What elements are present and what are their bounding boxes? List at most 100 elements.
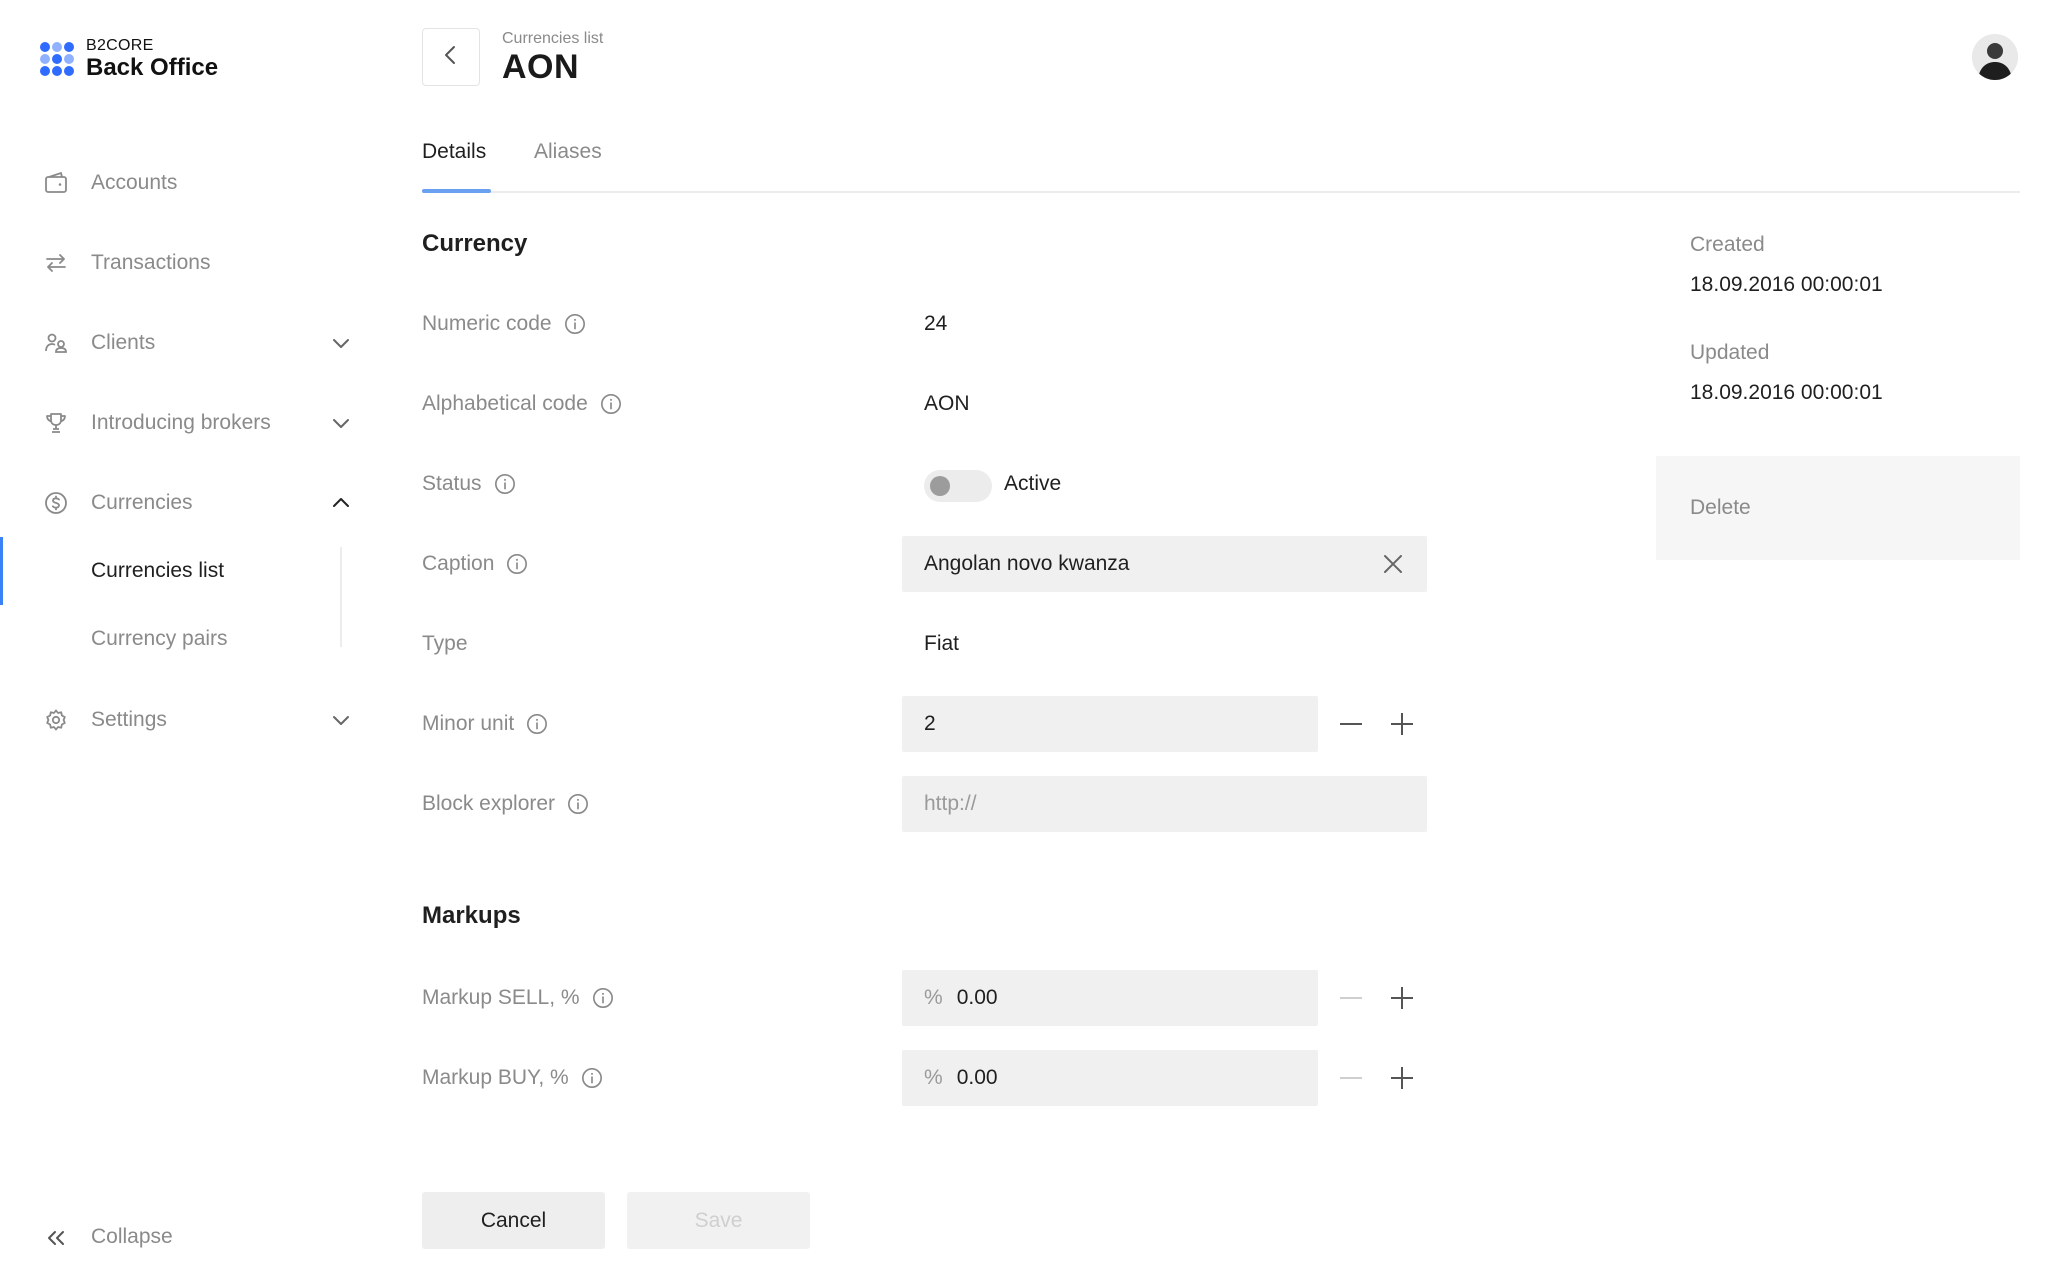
type-value: Fiat [924,632,960,655]
cancel-button[interactable]: Cancel [422,1192,605,1249]
dollar-circle-icon [43,490,69,516]
minor-unit-label: Minor unit [422,707,548,741]
minus-icon [1340,1077,1362,1079]
status-toggle-label: Active [1004,472,1062,495]
breadcrumb[interactable]: Currencies list [502,30,603,48]
arrows-exchange-icon [43,250,69,276]
markup-sell-label: Markup SELL, % [422,981,614,1015]
markup-sell-field[interactable]: % 0.00 [902,970,1318,1026]
caption-field[interactable]: Angolan novo kwanza [902,536,1427,592]
sidebar-item-label: Currencies [91,491,193,514]
tab-aliases[interactable]: Aliases [534,140,602,164]
caption-label: Caption [422,547,528,581]
type-label: Type [422,632,468,655]
numeric-code-value: 24 [924,312,948,335]
percent-prefix: % [924,986,943,1009]
sidebar-item-transactions[interactable]: Transactions [0,243,380,283]
caption-value: Angolan novo kwanza [924,552,1130,575]
section-title-currency: Currency [422,230,528,257]
minor-unit-decrement-button[interactable] [1336,709,1366,739]
minor-unit-field[interactable]: 2 [902,696,1318,752]
sidebar-item-label: Transactions [91,251,211,274]
created-label: Created [1690,233,1765,256]
brand-small-text: B2CORE [86,37,154,54]
section-title-markups: Markups [422,902,521,929]
info-icon[interactable] [600,393,622,415]
sidebar: B2CORE Back Office Accounts Transactions… [0,0,380,1280]
double-chevron-left-icon [43,1225,69,1251]
active-tab-underline [422,189,491,193]
plus-icon [1391,1067,1413,1089]
users-icon [43,330,69,356]
sidebar-item-currency-pairs[interactable]: Currency pairs [0,614,380,664]
tab-details[interactable]: Details [422,140,486,164]
avatar[interactable] [1972,34,2018,80]
block-explorer-label: Block explorer [422,787,589,821]
markup-sell-value: 0.00 [956,986,998,1009]
sidebar-subitem-label: Currencies list [91,559,225,582]
delete-label: Delete [1690,496,1751,519]
tabs-divider [422,191,2020,193]
markup-buy-label: Markup BUY, % [422,1061,603,1095]
markup-sell-increment-button[interactable] [1387,983,1417,1013]
minor-unit-increment-button[interactable] [1387,709,1417,739]
gear-icon [43,707,69,733]
plus-icon [1391,713,1413,735]
save-button[interactable]: Save [627,1192,810,1249]
created-value: 18.09.2016 00:00:01 [1690,273,1883,296]
chevron-left-icon [439,43,463,72]
chevron-down-icon[interactable] [328,330,354,356]
info-icon[interactable] [494,473,516,495]
info-icon[interactable] [526,713,548,735]
info-icon[interactable] [564,313,586,335]
status-label: Status [422,467,516,501]
close-icon[interactable] [1381,552,1405,576]
toggle-knob [930,476,950,496]
minus-icon [1340,723,1362,725]
block-explorer-placeholder: http:// [924,792,977,815]
sidebar-item-introducing-brokers[interactable]: Introducing brokers [0,403,380,443]
plus-icon [1391,987,1413,1009]
sidebar-item-settings[interactable]: Settings [0,700,380,740]
minus-icon [1340,997,1362,999]
sidebar-item-currencies[interactable]: Currencies [0,483,380,523]
info-icon[interactable] [567,793,589,815]
markup-buy-increment-button[interactable] [1387,1063,1417,1093]
sidebar-item-currencies-list[interactable]: Currencies list [0,546,380,596]
alphabetical-code-value: AON [924,392,970,415]
brand-logo[interactable]: B2CORE Back Office [40,38,218,80]
minor-unit-value: 2 [924,712,936,735]
delete-button[interactable]: Delete [1656,456,2020,560]
sidebar-subitem-label: Currency pairs [91,627,228,650]
info-icon[interactable] [592,987,614,1009]
chevron-up-icon[interactable] [328,490,354,516]
collapse-sidebar-button[interactable]: Collapse [0,1220,380,1256]
updated-value: 18.09.2016 00:00:01 [1690,381,1883,404]
sidebar-item-label: Settings [91,708,167,731]
page-title: AON [502,48,580,86]
status-toggle[interactable] [924,470,992,502]
alphabetical-code-label: Alphabetical code [422,387,622,421]
collapse-label: Collapse [91,1225,173,1248]
brand-name: Back Office [86,54,219,81]
markup-buy-decrement-button[interactable] [1336,1063,1366,1093]
sidebar-item-label: Introducing brokers [91,411,271,434]
info-icon[interactable] [581,1067,603,1089]
trophy-icon [43,410,69,436]
sidebar-item-label: Accounts [91,171,178,194]
updated-label: Updated [1690,341,1770,364]
logo-mark-icon [40,42,74,76]
sidebar-item-accounts[interactable]: Accounts [0,163,380,203]
numeric-code-label: Numeric code [422,307,586,341]
markup-sell-decrement-button[interactable] [1336,983,1366,1013]
chevron-down-icon[interactable] [328,707,354,733]
sidebar-item-clients[interactable]: Clients [0,323,380,363]
back-button[interactable] [422,28,480,86]
info-icon[interactable] [506,553,528,575]
sidebar-item-label: Clients [91,331,156,354]
markup-buy-value: 0.00 [956,1066,998,1089]
chevron-down-icon[interactable] [328,410,354,436]
block-explorer-field[interactable]: http:// [902,776,1427,832]
percent-prefix: % [924,1066,943,1089]
markup-buy-field[interactable]: % 0.00 [902,1050,1318,1106]
